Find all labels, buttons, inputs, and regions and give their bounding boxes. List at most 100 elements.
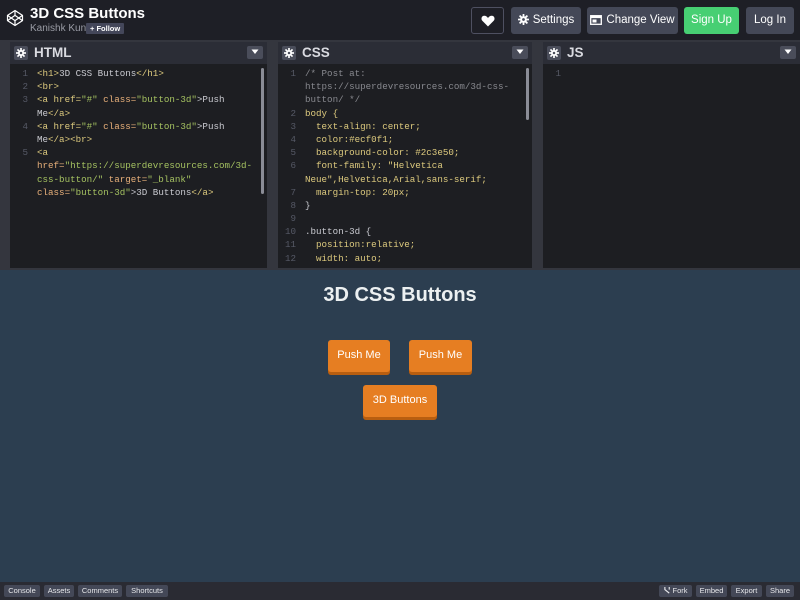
change-view-button[interactable]: Change View bbox=[587, 7, 678, 34]
code-line: text-align: center; bbox=[305, 120, 421, 132]
code-line: button/ */ bbox=[305, 94, 361, 106]
fork-button[interactable]: Fork bbox=[659, 585, 692, 597]
line-number: 11 bbox=[284, 239, 296, 251]
js-settings-button[interactable] bbox=[547, 46, 561, 60]
fork-icon bbox=[663, 587, 670, 594]
css-collapse-button[interactable] bbox=[512, 46, 528, 59]
js-collapse-button[interactable] bbox=[780, 46, 796, 59]
bottom-bar: Console Assets Comments Shortcuts Fork E… bbox=[0, 582, 800, 600]
line-number: 5 bbox=[290, 147, 296, 159]
html-editor-pane: HTML 12345 <h1>3D CSS Buttons</h1> <br> … bbox=[10, 42, 267, 268]
gear-icon bbox=[549, 48, 559, 58]
js-editor-pane: JS 1 bbox=[543, 42, 800, 268]
html-code-editor[interactable]: 12345 <h1>3D CSS Buttons</h1> <br> <a hr… bbox=[10, 67, 267, 262]
settings-button[interactable]: Settings bbox=[511, 7, 581, 34]
change-view-label: Change View bbox=[606, 14, 675, 26]
line-number: 1 bbox=[290, 68, 296, 79]
line-number: 2 bbox=[290, 107, 296, 119]
css-pane-title: CSS bbox=[302, 45, 330, 60]
heart-icon bbox=[481, 15, 495, 27]
line-number: 10 bbox=[284, 226, 296, 238]
line-number: 4 bbox=[22, 120, 28, 132]
line-number bbox=[10, 107, 34, 120]
code-line: background-color: #2c3e50; bbox=[305, 147, 460, 159]
line-number: 1 bbox=[22, 68, 28, 79]
code-line: href="https://superdevresources.com/3d- bbox=[37, 160, 253, 172]
code-line: position:relative; bbox=[305, 239, 416, 251]
line-number: 9 bbox=[290, 213, 296, 225]
code-line: body { bbox=[305, 107, 339, 119]
pen-author[interactable]: Kanishk Kunal bbox=[30, 23, 94, 34]
html-scrollbar[interactable] bbox=[261, 68, 264, 194]
code-line: font-family: "Helvetica bbox=[305, 160, 443, 172]
push-me-button[interactable]: Push Me bbox=[328, 340, 390, 372]
share-button[interactable]: Share bbox=[766, 585, 794, 597]
code-line: <br> bbox=[37, 81, 60, 93]
code-line: Neue",Helvetica,Arial,sans-serif; bbox=[305, 173, 487, 185]
html-pane-title: HTML bbox=[34, 45, 72, 60]
sign-up-button[interactable]: Sign Up bbox=[684, 7, 739, 34]
js-pane-header: JS bbox=[543, 42, 800, 64]
line-number: 3 bbox=[22, 94, 28, 106]
gear-icon bbox=[284, 48, 294, 58]
code-line: <a bbox=[37, 147, 49, 159]
console-button[interactable]: Console bbox=[4, 585, 40, 597]
line-number: 5 bbox=[22, 147, 28, 159]
line-number bbox=[278, 93, 302, 106]
code-line: class="button-3d">3D Buttons</a> bbox=[37, 186, 214, 198]
html-collapse-button[interactable] bbox=[247, 46, 263, 59]
js-code-editor[interactable]: 1 bbox=[543, 67, 800, 262]
export-button[interactable]: Export bbox=[731, 585, 762, 597]
code-line: margin-top: 20px; bbox=[305, 186, 410, 198]
chevron-down-icon bbox=[516, 49, 524, 54]
fork-label: Fork bbox=[672, 586, 688, 595]
css-pane-header: CSS bbox=[278, 42, 532, 64]
css-scrollbar[interactable] bbox=[526, 68, 529, 120]
code-lines: /* Post at: https://superdevresources.co… bbox=[305, 67, 520, 262]
code-line: <a href="#" class="button-3d">Push bbox=[37, 120, 225, 132]
line-number: 6 bbox=[290, 160, 296, 172]
codepen-logo-icon[interactable] bbox=[6, 9, 24, 27]
chevron-down-icon bbox=[784, 49, 792, 54]
follow-button[interactable]: + Follow bbox=[86, 23, 125, 34]
line-number bbox=[10, 133, 34, 146]
log-in-button[interactable]: Log In bbox=[746, 7, 794, 34]
line-number bbox=[278, 173, 302, 186]
css-settings-button[interactable] bbox=[282, 46, 296, 60]
line-number: 2 bbox=[22, 81, 28, 93]
preview-heading: 3D CSS Buttons bbox=[323, 284, 477, 306]
assets-button[interactable]: Assets bbox=[44, 585, 74, 597]
line-number: 12 bbox=[284, 252, 296, 262]
3d-buttons-link[interactable]: 3D Buttons bbox=[363, 385, 437, 417]
code-line: Me</a><br> bbox=[37, 133, 93, 145]
line-number bbox=[10, 186, 34, 199]
push-me-button[interactable]: Push Me bbox=[409, 340, 472, 372]
gear-icon bbox=[16, 48, 26, 58]
line-number bbox=[278, 80, 302, 93]
like-button[interactable] bbox=[471, 7, 504, 34]
layout-icon bbox=[590, 15, 603, 25]
code-line: <a href="#" class="button-3d">Push bbox=[37, 94, 225, 106]
code-line: } bbox=[305, 199, 311, 211]
code-line: css-button/" target="_blank" bbox=[37, 173, 192, 185]
chevron-down-icon bbox=[251, 49, 259, 54]
css-code-editor[interactable]: 1 2 3 4 5 6 7 8 9 10 11 12 /* Post at: https://supe… bbox=[278, 67, 532, 262]
css-editor-pane: CSS 1 2 3 4 5 6 7 8 9 10 11 12 /* Post at: https://… bbox=[278, 42, 532, 268]
embed-button[interactable]: Embed bbox=[696, 585, 727, 597]
shortcuts-button[interactable]: Shortcuts bbox=[126, 585, 168, 597]
line-number: 4 bbox=[290, 133, 296, 145]
line-number: 1 bbox=[555, 68, 561, 79]
html-settings-button[interactable] bbox=[14, 46, 28, 60]
code-line: color:#ecf0f1; bbox=[305, 133, 394, 145]
result-preview: 3D CSS Buttons Push Me Push Me 3D Button… bbox=[0, 270, 800, 582]
code-line: Me</a> bbox=[37, 107, 71, 119]
line-numbers: 12345 bbox=[10, 67, 34, 199]
line-number bbox=[10, 159, 34, 172]
line-number bbox=[10, 173, 34, 186]
line-number: 3 bbox=[290, 120, 296, 132]
line-numbers: 1 2 3 4 5 6 7 8 9 10 11 12 bbox=[278, 67, 302, 262]
line-number: 8 bbox=[290, 199, 296, 211]
comments-button[interactable]: Comments bbox=[78, 585, 122, 597]
code-lines: <h1>3D CSS Buttons</h1> <br> <a href="#"… bbox=[37, 67, 255, 199]
